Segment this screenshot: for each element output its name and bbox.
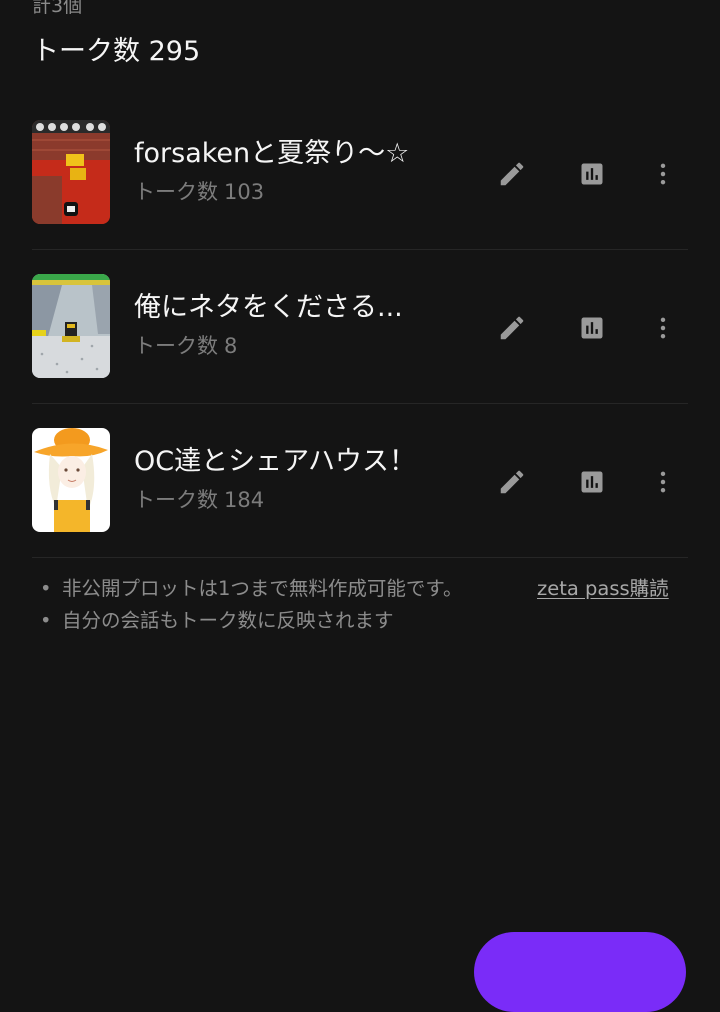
edit-button[interactable]	[492, 154, 532, 194]
more-vertical-icon	[660, 317, 666, 339]
pencil-icon	[500, 316, 524, 340]
plot-list-item[interactable]: 俺にネタをくださる... トーク数 8	[32, 250, 688, 404]
thumbnail-image	[32, 274, 110, 378]
plot-list-item[interactable]: forsakenと夏祭り〜☆ トーク数 103	[32, 96, 688, 250]
stats-button[interactable]	[572, 154, 612, 194]
edit-button[interactable]	[492, 308, 532, 348]
plot-list-item[interactable]: OC達とシェアハウス！ トーク数 184	[32, 404, 688, 558]
plot-count: 計3個	[32, 0, 83, 17]
thumbnail-image	[32, 428, 110, 532]
pencil-icon	[500, 162, 524, 186]
more-options-button[interactable]	[643, 462, 683, 502]
plot-title[interactable]: forsakenと夏祭り〜☆	[134, 136, 409, 172]
zeta-pass-subscribe-link[interactable]: zeta pass購読	[537, 574, 669, 604]
talk-count-value: 184	[224, 488, 265, 512]
talk-count-label: トーク数	[134, 334, 218, 358]
talk-count-value: 103	[224, 180, 265, 204]
plot-thumbnail[interactable]	[32, 428, 110, 532]
talk-count-label: トーク数	[134, 488, 218, 512]
more-options-button[interactable]	[643, 154, 683, 194]
note-text: 非公開プロットは1つまで無料作成可能です。	[62, 577, 463, 600]
bar-chart-icon	[581, 317, 603, 339]
note-talk-count: • 自分の会話もトーク数に反映されます	[40, 606, 700, 638]
more-vertical-icon	[660, 471, 666, 493]
thumbnail-image	[32, 120, 110, 224]
note-private-plot: • 非公開プロットは1つまで無料作成可能です。 zeta pass購読	[40, 574, 700, 606]
talk-count-label: トーク数	[134, 180, 218, 204]
info-notes: • 非公開プロットは1つまで無料作成可能です。 zeta pass購読 • 自分の会…	[40, 574, 700, 638]
edit-button[interactable]	[492, 462, 532, 502]
total-talk-count: トーク数 295	[32, 36, 201, 67]
create-plot-button[interactable]	[474, 932, 686, 1012]
plot-list: forsakenと夏祭り〜☆ トーク数 103 俺にネタをくださる... トーク…	[32, 96, 688, 558]
bar-chart-icon	[581, 471, 603, 493]
plot-title[interactable]: 俺にネタをくださる...	[134, 290, 403, 326]
bar-chart-icon	[581, 163, 603, 185]
pencil-icon	[500, 470, 524, 494]
plot-talk-count: トーク数 184	[134, 486, 264, 514]
bullet: •	[40, 609, 52, 632]
plot-talk-count: トーク数 8	[134, 332, 237, 360]
stats-button[interactable]	[572, 462, 612, 502]
plot-title[interactable]: OC達とシェアハウス！	[134, 444, 416, 480]
note-text: 自分の会話もトーク数に反映されます	[62, 609, 394, 632]
stats-button[interactable]	[572, 308, 612, 348]
plot-talk-count: トーク数 103	[134, 178, 264, 206]
plot-thumbnail[interactable]	[32, 120, 110, 224]
plot-thumbnail[interactable]	[32, 274, 110, 378]
bullet: •	[40, 577, 52, 600]
more-options-button[interactable]	[643, 308, 683, 348]
more-vertical-icon	[660, 163, 666, 185]
talk-count-value: 8	[224, 334, 238, 358]
